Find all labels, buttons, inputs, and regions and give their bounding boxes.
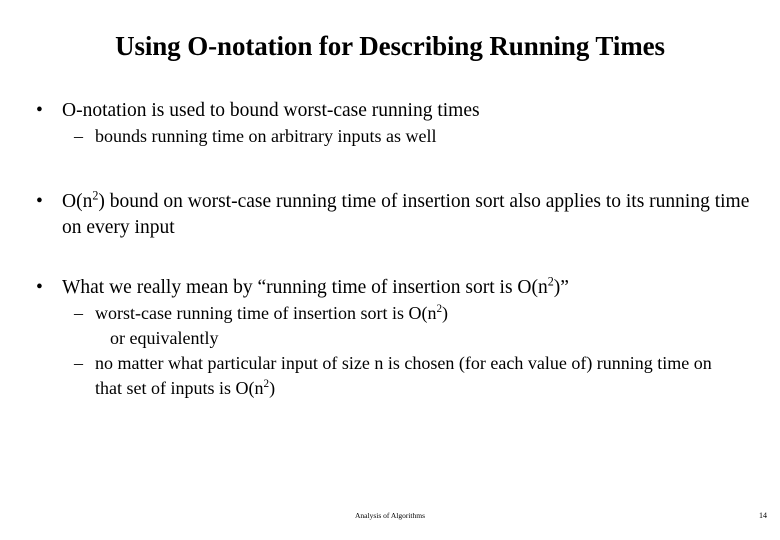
slide-body: • O-notation is used to bound worst-case…: [0, 98, 780, 401]
dash-marker-icon: –: [74, 353, 83, 373]
bullet-item-2-text-post: ) bound on worst-case running time of in…: [62, 191, 750, 238]
sub-item-1-1-text: bounds running time on arbitrary inputs …: [95, 126, 437, 146]
content-block-3: • What we really mean by “running time o…: [0, 275, 780, 401]
sub-item-3-3-text-pre: no matter what particular input of size …: [95, 353, 712, 398]
bullet-item-1: • O-notation is used to bound worst-case…: [0, 98, 780, 124]
bullet-item-1-text: O-notation is used to bound worst-case r…: [62, 100, 480, 121]
bullet-marker-icon: •: [36, 191, 43, 212]
slide-title: Using O-notation for Describing Running …: [115, 31, 665, 61]
bullet-item-2: • O(n2) bound on worst-case running time…: [0, 189, 780, 241]
content-block-2: • O(n2) bound on worst-case running time…: [0, 189, 780, 241]
dash-marker-icon: –: [74, 126, 83, 146]
sub-item-1-1: – bounds running time on arbitrary input…: [0, 124, 780, 149]
sub-item-3-2: or equivalently: [0, 326, 780, 351]
bullet-item-3-text-pre: What we really mean by “running time of …: [62, 277, 548, 298]
bullet-marker-icon: •: [36, 277, 43, 298]
sub-item-3-1-text-pre: worst-case running time of insertion sor…: [95, 303, 437, 323]
bullet-item-3: • What we really mean by “running time o…: [0, 275, 780, 301]
sub-item-3-3-text-post: ): [269, 378, 276, 398]
footer-note: Analysis of Algorithms: [354, 511, 425, 520]
bullet-item-2-text-pre: O(n: [62, 191, 93, 212]
bullet-item-3-text-post: )”: [553, 277, 569, 298]
content-block-1: • O-notation is used to bound worst-case…: [0, 98, 780, 149]
dash-marker-icon: –: [74, 303, 83, 323]
slide: Using O-notation for Describing Running …: [0, 0, 780, 540]
sub-item-3-3: – no matter what particular input of siz…: [0, 351, 780, 401]
sub-item-3-1-text-post: ): [442, 303, 449, 323]
sub-item-3-2-text: or equivalently: [110, 328, 219, 348]
bullet-marker-icon: •: [36, 100, 43, 121]
page-number: 14: [759, 511, 767, 520]
sub-item-3-1: – worst-case running time of insertion s…: [0, 301, 780, 326]
